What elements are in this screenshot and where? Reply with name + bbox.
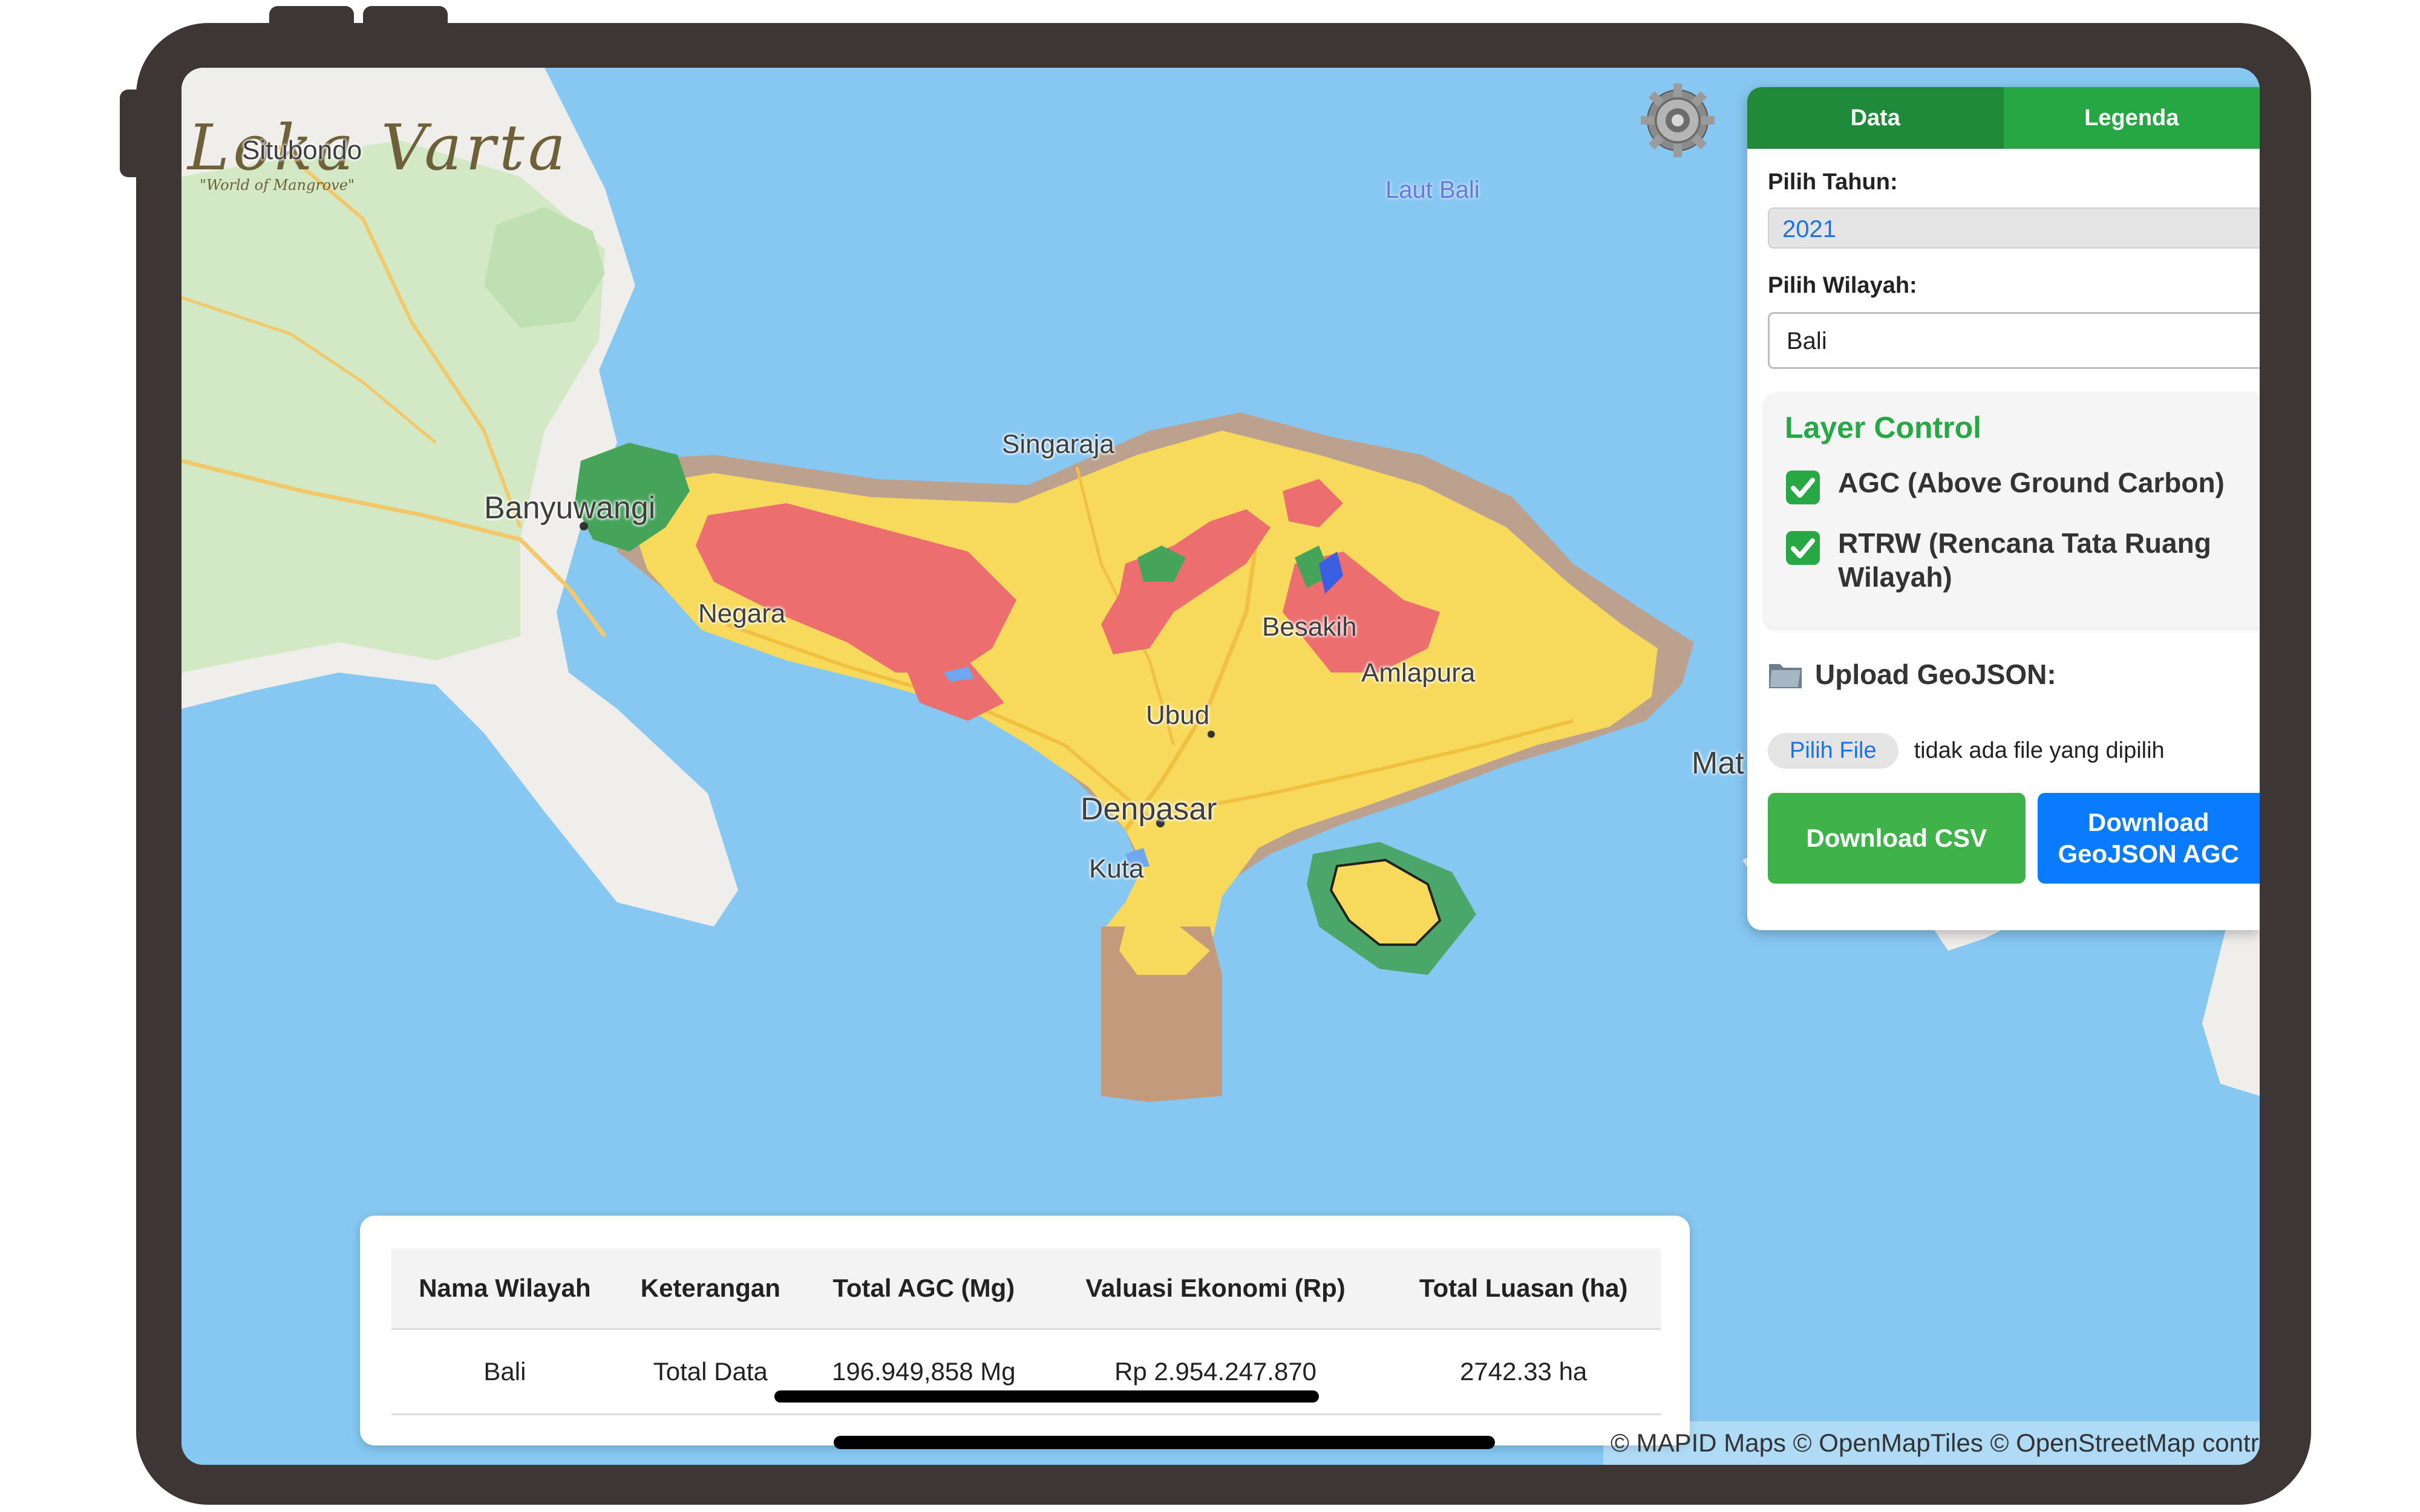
checkbox-agc[interactable] <box>1785 469 1821 506</box>
table-cell: Bali <box>391 1329 618 1415</box>
map-label-banyuwangi: Banyuwangi <box>484 490 656 526</box>
download-geojson-button[interactable]: Download GeoJSON AGC <box>2037 793 2260 884</box>
download-buttons: Download CSV Download GeoJSON AGC <box>1768 793 2260 884</box>
table-header-row: Nama Wilayah Keterangan Total AGC (Mg) V… <box>391 1248 1661 1330</box>
col-header: Valuasi Ekonomi (Rp) <box>1044 1248 1387 1330</box>
download-csv-button[interactable]: Download CSV <box>1768 793 2026 884</box>
map-label-besakih: Besakih <box>1262 612 1357 642</box>
tab-legenda[interactable]: Legenda <box>2003 87 2260 149</box>
year-label: Pilih Tahun: <box>1768 169 1898 195</box>
map-screen[interactable]: Loka Varta "World of Mangrove" Situbondo… <box>182 68 2260 1465</box>
tab-data[interactable]: Data <box>1747 87 2004 149</box>
summary-table-card: Nama Wilayah Keterangan Total AGC (Mg) V… <box>360 1216 1690 1445</box>
ubud-dot <box>1208 731 1215 738</box>
region-label: Pilih Wilayah: <box>1768 273 1917 298</box>
map-attribution: © MAPID Maps © OpenMapTiles © OpenStreet… <box>1603 1421 2260 1465</box>
map-label-denpasar: Denpasar <box>1081 792 1217 827</box>
layer-control: Layer Control AGC (Above Ground Carbon) … <box>1764 393 2260 628</box>
layer-control-title: Layer Control <box>1785 411 1982 445</box>
table-cell: Total Data <box>618 1329 803 1415</box>
map-label-laut-bali: Laut Bali <box>1385 177 1480 203</box>
panel-body: Pilih Tahun: 2021 Pilih Wilayah: Bali La… <box>1747 169 2260 884</box>
map-label-negara: Negara <box>698 599 786 628</box>
col-header: Nama Wilayah <box>391 1248 618 1330</box>
map-label-amlapura: Amlapura <box>1361 658 1476 688</box>
upload-label: Upload GeoJSON: <box>1815 659 2056 690</box>
map-label-situbondo: Situbondo <box>242 135 362 165</box>
layer-row-rtrw[interactable]: RTRW (Rencana Tata Ruang Wilayah) <box>1785 526 2260 594</box>
col-header: Keterangan <box>618 1248 803 1330</box>
file-status: tidak ada file yang dipilih <box>1914 738 2165 763</box>
region-input[interactable]: Bali <box>1768 312 2260 369</box>
year-select[interactable]: 2021 <box>1768 207 2260 249</box>
folder-icon <box>1769 664 1802 688</box>
layer-row-agc[interactable]: AGC (Above Ground Carbon) <box>1785 466 2260 506</box>
layer-label-rtrw: RTRW (Rencana Tata Ruang Wilayah) <box>1838 527 2211 593</box>
upload-section: Upload GeoJSON: <box>1768 658 2260 691</box>
col-header: Total AGC (Mg) <box>802 1248 1045 1330</box>
table-cell: 2742.33 ha <box>1386 1329 1661 1415</box>
home-indicator[interactable] <box>834 1436 1495 1449</box>
map-label-ubud: Ubud <box>1146 700 1210 730</box>
map-label-kuta: Kuta <box>1089 854 1144 884</box>
gear-icon[interactable] <box>1638 81 1717 160</box>
checkbox-rtrw[interactable] <box>1785 530 1821 566</box>
map-label-mataram: Mat <box>1692 746 1744 781</box>
table-scrollbar[interactable] <box>774 1390 1319 1403</box>
map-label-singaraja: Singaraja <box>1002 429 1114 459</box>
col-header: Total Luasan (ha) <box>1386 1248 1661 1330</box>
side-panel: Data Legenda Pilih Tahun: 2021 Pilih Wil… <box>1747 87 2260 930</box>
layer-label-agc: AGC (Above Ground Carbon) <box>1838 467 2225 498</box>
file-picker: Pilih File tidak ada file yang dipilih <box>1768 733 2260 769</box>
panel-tabs: Data Legenda <box>1747 87 2260 149</box>
download-geojson-label: Download GeoJSON AGC <box>2058 808 2240 868</box>
choose-file-button[interactable]: Pilih File <box>1768 733 1898 769</box>
